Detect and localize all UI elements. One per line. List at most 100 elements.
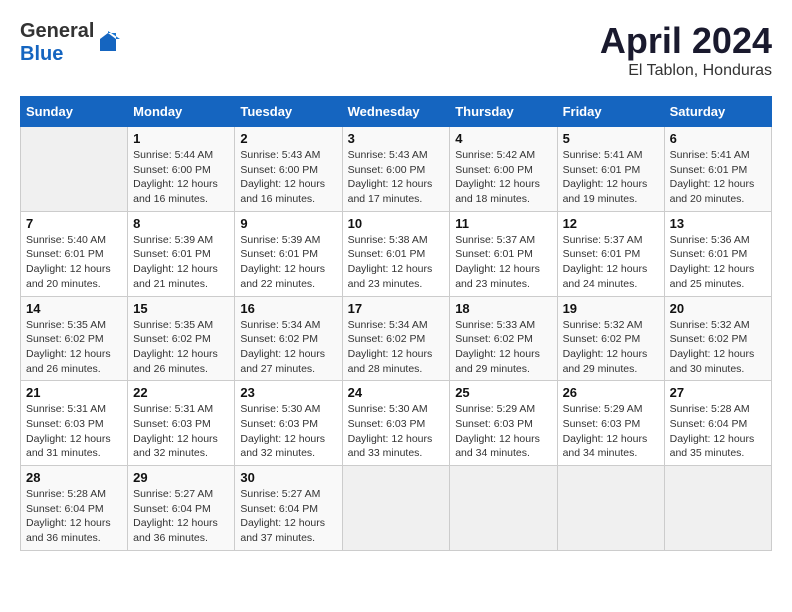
- calendar-cell: 7 Sunrise: 5:40 AMSunset: 6:01 PMDaylight…: [21, 211, 128, 296]
- logo-blue: Blue: [20, 43, 63, 65]
- column-header-saturday: Saturday: [664, 97, 771, 127]
- day-info: Sunrise: 5:30 AMSunset: 6:03 PMDaylight:…: [240, 402, 336, 461]
- calendar-cell: 18 Sunrise: 5:33 AMSunset: 6:02 PMDayligh…: [450, 296, 557, 381]
- calendar-cell: 27Sunrise: 5:28 AMSunset: 6:04 PMDayligh…: [664, 381, 771, 466]
- day-info: Sunrise: 5:37 AMSunset: 6:01 PMDaylight:…: [455, 233, 551, 292]
- calendar-table: SundayMondayTuesdayWednesdayThursdayFrid…: [20, 96, 772, 551]
- day-number: 28: [26, 470, 122, 485]
- column-header-thursday: Thursday: [450, 97, 557, 127]
- day-info: Sunrise: 5:34 AMSunset: 6:02 PMDaylight:…: [240, 318, 336, 377]
- calendar-cell: [21, 127, 128, 212]
- day-info: Sunrise: 5:29 AMSunset: 6:03 PMDaylight:…: [455, 402, 551, 461]
- day-number: 18: [455, 301, 551, 316]
- day-number: 13: [670, 216, 766, 231]
- day-info: Sunrise: 5:43 AMSunset: 6:00 PMDaylight:…: [240, 148, 336, 207]
- day-number: 26: [563, 385, 659, 400]
- calendar-cell: 14Sunrise: 5:35 AMSunset: 6:02 PMDayligh…: [21, 296, 128, 381]
- calendar-cell: 1Sunrise: 5:44 AMSunset: 6:00 PMDaylight…: [128, 127, 235, 212]
- day-info: Sunrise: 5:39 AMSunset: 6:01 PMDaylight:…: [133, 233, 229, 292]
- calendar-cell: [557, 466, 664, 551]
- day-info: Sunrise: 5:42 AMSunset: 6:00 PMDaylight:…: [455, 148, 551, 207]
- page-header: General Blue April 2024 El Tablon, Hondu…: [20, 20, 772, 80]
- calendar-cell: 19 Sunrise: 5:32 AMSunset: 6:02 PMDayligh…: [557, 296, 664, 381]
- day-number: 7: [26, 216, 122, 231]
- day-number: 24: [348, 385, 445, 400]
- day-number: 11: [455, 216, 551, 231]
- day-number: 19: [563, 301, 659, 316]
- logo: General Blue: [20, 20, 120, 66]
- day-number: 29: [133, 470, 229, 485]
- day-number: 21: [26, 385, 122, 400]
- calendar-cell: [342, 466, 450, 551]
- day-number: 9: [240, 216, 336, 231]
- calendar-week-2: 7 Sunrise: 5:40 AMSunset: 6:01 PMDaylight…: [21, 211, 772, 296]
- calendar-cell: 12 Sunrise: 5:37 AMSunset: 6:01 PMDayligh…: [557, 211, 664, 296]
- day-number: 4: [455, 131, 551, 146]
- calendar-cell: 10Sunrise: 5:38 AMSunset: 6:01 PMDayligh…: [342, 211, 450, 296]
- day-info: Sunrise: 5:31 AMSunset: 6:03 PMDaylight:…: [133, 402, 229, 461]
- column-header-sunday: Sunday: [21, 97, 128, 127]
- calendar-header-row: SundayMondayTuesdayWednesdayThursdayFrid…: [21, 97, 772, 127]
- day-info: Sunrise: 5:38 AMSunset: 6:01 PMDaylight:…: [348, 233, 445, 292]
- column-header-friday: Friday: [557, 97, 664, 127]
- calendar-cell: 30 Sunrise: 5:27 AMSunset: 6:04 PMDayligh…: [235, 466, 342, 551]
- column-header-monday: Monday: [128, 97, 235, 127]
- day-info: Sunrise: 5:27 AMSunset: 6:04 PMDaylight:…: [240, 487, 336, 546]
- calendar-cell: 2Sunrise: 5:43 AMSunset: 6:00 PMDaylight…: [235, 127, 342, 212]
- day-info: Sunrise: 5:39 AMSunset: 6:01 PMDaylight:…: [240, 233, 336, 292]
- logo-general: General: [20, 20, 94, 42]
- column-header-tuesday: Tuesday: [235, 97, 342, 127]
- day-number: 8: [133, 216, 229, 231]
- day-number: 16: [240, 301, 336, 316]
- day-info: Sunrise: 5:35 AMSunset: 6:02 PMDaylight:…: [133, 318, 229, 377]
- day-number: 17: [348, 301, 445, 316]
- day-number: 20: [670, 301, 766, 316]
- logo-text: General Blue: [20, 20, 94, 66]
- day-number: 12: [563, 216, 659, 231]
- calendar-cell: 11 Sunrise: 5:37 AMSunset: 6:01 PMDayligh…: [450, 211, 557, 296]
- calendar-cell: 9 Sunrise: 5:39 AMSunset: 6:01 PMDaylight…: [235, 211, 342, 296]
- calendar-cell: 17 Sunrise: 5:34 AMSunset: 6:02 PMDayligh…: [342, 296, 450, 381]
- day-info: Sunrise: 5:41 AMSunset: 6:01 PMDaylight:…: [563, 148, 659, 207]
- day-number: 30: [240, 470, 336, 485]
- day-number: 15: [133, 301, 229, 316]
- title-block: April 2024 El Tablon, Honduras: [600, 20, 772, 80]
- day-info: Sunrise: 5:37 AMSunset: 6:01 PMDaylight:…: [563, 233, 659, 292]
- calendar-cell: 15 Sunrise: 5:35 AMSunset: 6:02 PMDayligh…: [128, 296, 235, 381]
- calendar-cell: 26 Sunrise: 5:29 AMSunset: 6:03 PMDayligh…: [557, 381, 664, 466]
- day-info: Sunrise: 5:32 AMSunset: 6:02 PMDaylight:…: [563, 318, 659, 377]
- day-info: Sunrise: 5:27 AMSunset: 6:04 PMDaylight:…: [133, 487, 229, 546]
- day-info: Sunrise: 5:40 AMSunset: 6:01 PMDaylight:…: [26, 233, 122, 292]
- calendar-cell: 20Sunrise: 5:32 AMSunset: 6:02 PMDayligh…: [664, 296, 771, 381]
- day-info: Sunrise: 5:30 AMSunset: 6:03 PMDaylight:…: [348, 402, 445, 461]
- logo-icon: [96, 31, 120, 55]
- calendar-cell: 28 Sunrise: 5:28 AMSunset: 6:04 PMDayligh…: [21, 466, 128, 551]
- calendar-week-3: 14Sunrise: 5:35 AMSunset: 6:02 PMDayligh…: [21, 296, 772, 381]
- calendar-cell: 23Sunrise: 5:30 AMSunset: 6:03 PMDayligh…: [235, 381, 342, 466]
- calendar-cell: 16 Sunrise: 5:34 AMSunset: 6:02 PMDayligh…: [235, 296, 342, 381]
- day-info: Sunrise: 5:29 AMSunset: 6:03 PMDaylight:…: [563, 402, 659, 461]
- day-info: Sunrise: 5:33 AMSunset: 6:02 PMDaylight:…: [455, 318, 551, 377]
- calendar-body: 1Sunrise: 5:44 AMSunset: 6:00 PMDaylight…: [21, 127, 772, 551]
- day-info: Sunrise: 5:28 AMSunset: 6:04 PMDaylight:…: [26, 487, 122, 546]
- day-number: 5: [563, 131, 659, 146]
- calendar-header: SundayMondayTuesdayWednesdayThursdayFrid…: [21, 97, 772, 127]
- calendar-week-1: 1Sunrise: 5:44 AMSunset: 6:00 PMDaylight…: [21, 127, 772, 212]
- calendar-cell: [450, 466, 557, 551]
- calendar-cell: 22Sunrise: 5:31 AMSunset: 6:03 PMDayligh…: [128, 381, 235, 466]
- column-header-wednesday: Wednesday: [342, 97, 450, 127]
- day-info: Sunrise: 5:35 AMSunset: 6:02 PMDaylight:…: [26, 318, 122, 377]
- calendar-cell: 13Sunrise: 5:36 AMSunset: 6:01 PMDayligh…: [664, 211, 771, 296]
- page-subtitle: El Tablon, Honduras: [600, 62, 772, 80]
- day-info: Sunrise: 5:41 AMSunset: 6:01 PMDaylight:…: [670, 148, 766, 207]
- calendar-cell: [664, 466, 771, 551]
- day-info: Sunrise: 5:28 AMSunset: 6:04 PMDaylight:…: [670, 402, 766, 461]
- day-info: Sunrise: 5:43 AMSunset: 6:00 PMDaylight:…: [348, 148, 445, 207]
- calendar-cell: 21 Sunrise: 5:31 AMSunset: 6:03 PMDayligh…: [21, 381, 128, 466]
- calendar-cell: 3Sunrise: 5:43 AMSunset: 6:00 PMDaylight…: [342, 127, 450, 212]
- day-info: Sunrise: 5:31 AMSunset: 6:03 PMDaylight:…: [26, 402, 122, 461]
- day-info: Sunrise: 5:34 AMSunset: 6:02 PMDaylight:…: [348, 318, 445, 377]
- calendar-cell: 5 Sunrise: 5:41 AMSunset: 6:01 PMDaylight…: [557, 127, 664, 212]
- day-info: Sunrise: 5:44 AMSunset: 6:00 PMDaylight:…: [133, 148, 229, 207]
- calendar-cell: 25Sunrise: 5:29 AMSunset: 6:03 PMDayligh…: [450, 381, 557, 466]
